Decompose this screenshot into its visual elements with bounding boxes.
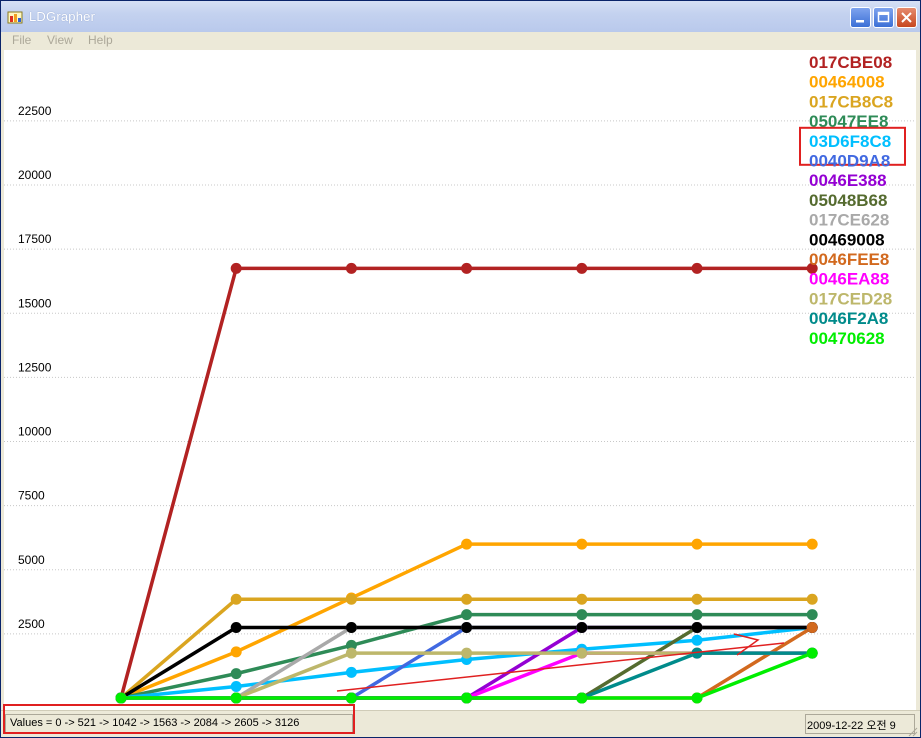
legend-entry: 017CBE08: [809, 53, 892, 72]
data-point: [806, 647, 818, 659]
data-point: [691, 262, 703, 274]
menu-view[interactable]: View: [47, 33, 73, 47]
data-point: [691, 634, 703, 646]
minimize-button[interactable]: [850, 7, 871, 28]
data-point: [461, 609, 473, 621]
y-tick-label: 7500: [18, 489, 45, 503]
app-window: LDGrapher File View Help 2500 5000 7500 100…: [0, 0, 921, 738]
data-point: [230, 646, 242, 658]
title-bar[interactable]: LDGrapher: [1, 1, 920, 32]
data-point: [576, 692, 588, 704]
legend-entry: 017CED28: [809, 289, 892, 308]
legend-entry: 03D6F8C8: [809, 132, 891, 151]
data-point: [230, 262, 242, 274]
close-button[interactable]: [896, 7, 917, 28]
data-point: [461, 647, 473, 659]
legend-entry: 0046E388: [809, 171, 887, 190]
legend-entry: 0046F2A8: [809, 309, 888, 328]
menu-file[interactable]: File: [12, 33, 31, 47]
legend-entry: 0040D9A8: [809, 152, 890, 171]
legend-entry: 00469008: [809, 230, 885, 249]
legend-entry: 00470628: [809, 329, 885, 348]
date-text: 2009-12-22 오전 9: [807, 720, 896, 732]
y-tick-label: 5000: [18, 553, 45, 567]
legend-entry: 00464008: [809, 73, 885, 92]
y-tick-label: 2500: [18, 617, 45, 631]
maximize-button[interactable]: [873, 7, 894, 28]
data-point: [576, 609, 588, 621]
data-point: [691, 538, 703, 550]
data-point: [345, 593, 357, 605]
resize-grip-icon[interactable]: [908, 727, 918, 737]
menu-bar: File View Help: [1, 32, 920, 50]
minimize-icon: [856, 20, 864, 23]
data-point: [806, 621, 818, 633]
data-point: [576, 621, 588, 633]
data-point: [345, 262, 357, 274]
y-tick-label: 10000: [18, 425, 52, 439]
data-point: [806, 609, 818, 621]
data-point: [230, 593, 242, 605]
data-point: [230, 621, 242, 633]
legend-entry: 0046EA88: [809, 270, 889, 289]
data-point: [576, 647, 588, 659]
data-point: [691, 593, 703, 605]
data-point: [461, 262, 473, 274]
data-point: [691, 692, 703, 704]
legend-entry: 0046FEE8: [809, 250, 889, 269]
legend-entry: 05048B68: [809, 191, 887, 210]
window-title: LDGrapher: [29, 9, 96, 24]
legend-entry: 017CB8C8: [809, 92, 893, 111]
graph-area: 2500 5000 7500 10000 12500 15000 17500 20000 225…: [4, 50, 916, 710]
data-point: [576, 262, 588, 274]
data-point: [461, 621, 473, 633]
data-point: [806, 593, 818, 605]
status-panel-date: 2009-12-22 오전 9: [805, 714, 915, 734]
data-point: [461, 538, 473, 550]
data-point: [576, 593, 588, 605]
data-point: [691, 621, 703, 633]
data-point: [345, 692, 357, 704]
data-point: [230, 692, 242, 704]
close-icon: [901, 12, 912, 23]
menu-help[interactable]: Help: [88, 33, 113, 47]
data-point: [230, 680, 242, 692]
y-tick-label: 12500: [18, 360, 52, 374]
y-tick-label: 20000: [18, 168, 52, 182]
data-point: [691, 609, 703, 621]
data-point: [345, 647, 357, 659]
data-point: [461, 692, 473, 704]
data-point: [461, 593, 473, 605]
data-point: [345, 666, 357, 678]
y-tick-label: 15000: [18, 296, 52, 310]
data-point: [230, 668, 242, 680]
line-chart: 2500 5000 7500 10000 12500 15000 17500 20000 225…: [4, 53, 916, 704]
status-highlight-box: [3, 704, 355, 734]
y-tick-label: 22500: [18, 104, 52, 118]
y-tick-label: 17500: [18, 232, 52, 246]
data-point: [115, 692, 127, 704]
data-point: [345, 621, 357, 633]
app-icon: [7, 11, 23, 24]
data-point: [576, 538, 588, 550]
maximize-icon: [877, 11, 890, 23]
legend-entry: 017CE628: [809, 211, 889, 230]
data-point: [806, 538, 818, 550]
